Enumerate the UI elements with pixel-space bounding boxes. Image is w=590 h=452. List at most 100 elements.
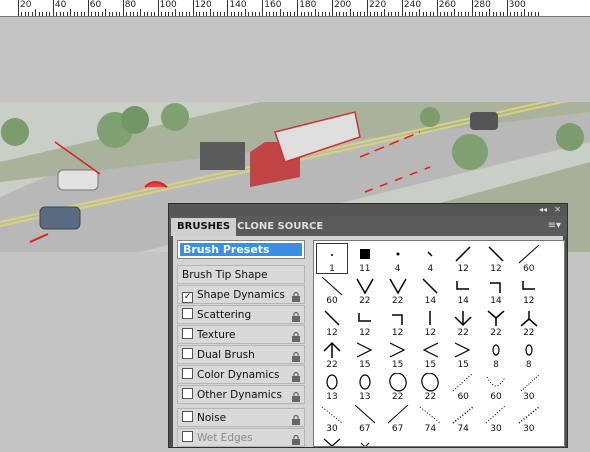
option-label: Wet Edges — [197, 432, 253, 444]
brush-preset-dot-small[interactable]: 1 — [316, 243, 348, 274]
brush-size: 60 — [523, 264, 535, 274]
lock-icon[interactable] — [291, 350, 301, 362]
brush-preset-chevron-r[interactable]: 15 — [349, 339, 381, 370]
brush-preset-arrow-down[interactable]: 22 — [447, 307, 479, 338]
ruler-tick — [171, 12, 173, 16]
lock-icon[interactable] — [291, 370, 301, 382]
brush-tip-icon — [356, 278, 374, 295]
ruler-tick — [370, 12, 372, 16]
brush-tip-icon — [321, 406, 343, 424]
brush-preset-chevron-l[interactable]: 15 — [414, 339, 446, 370]
checkbox[interactable] — [182, 431, 193, 442]
checkbox[interactable] — [182, 388, 193, 399]
brush-preset-line-ne-long[interactable]: 67 — [382, 403, 414, 434]
brush-preset-line-nw-long[interactable]: 60 — [316, 275, 348, 306]
ruler-tick — [195, 12, 197, 16]
brush-preset-diag-short[interactable]: 4 — [414, 243, 446, 274]
close-icon[interactable]: ✕ — [554, 205, 561, 214]
brush-preset-dots-nw[interactable]: 30 — [316, 403, 348, 434]
option-scattering[interactable]: Scattering — [177, 305, 305, 324]
ruler-tick — [464, 12, 466, 16]
brush-preset-dots-diag-r[interactable]: 30 — [513, 371, 545, 402]
panel-menu-icon[interactable]: ≡▾ — [548, 220, 561, 231]
ruler-tick — [161, 12, 163, 16]
brush-preset-corner[interactable]: 14 — [447, 275, 479, 306]
brush-preset-dots-arc[interactable]: 60 — [480, 371, 512, 402]
ruler-tick — [335, 12, 337, 16]
lock-icon[interactable] — [291, 413, 301, 425]
checkbox[interactable] — [182, 328, 193, 339]
brush-preset-line-nw[interactable]: 12 — [480, 243, 512, 274]
brush-tip-icon — [488, 246, 504, 262]
checkbox[interactable] — [182, 348, 193, 359]
brush-preset-dots-diag[interactable]: 60 — [447, 371, 479, 402]
horizontal-ruler: 20 40 60 80 100 120 140 160 180 200 220 240 260 280 30… — [0, 0, 590, 17]
brush-preset-oval-large[interactable]: 22 — [414, 371, 446, 402]
ruler-tick — [401, 0, 403, 16]
option-shape-dynamics[interactable]: ✓ Shape Dynamics — [177, 285, 305, 304]
brush-size: 22 — [326, 360, 338, 370]
brush-preset-line-nw-long[interactable]: 67 — [349, 403, 381, 434]
lock-icon[interactable] — [291, 330, 301, 342]
ruler-tick — [140, 9, 142, 16]
brush-preset-line-vert[interactable]: 12 — [414, 307, 446, 338]
checkbox[interactable] — [182, 411, 193, 422]
brush-preset-square[interactable]: 11 — [349, 243, 381, 274]
brush-preset-chevron-r[interactable]: 15 — [382, 339, 414, 370]
lock-icon[interactable] — [291, 310, 301, 322]
brush-preset-cross-x[interactable] — [316, 435, 348, 446]
brush-preset-grid[interactable]: 1 11 4 4 12 12 60 60 22 22 14 14 14 12 12 12 12 12 22 22 22 2… — [313, 240, 565, 447]
brush-preset-line-ne-long[interactable]: 60 — [513, 243, 545, 274]
option-wet-edges[interactable]: Wet Edges — [177, 428, 305, 447]
option-other-dynamics[interactable]: Other Dynamics — [177, 385, 305, 404]
panel-titlebar[interactable]: ◂◂ ✕ — [169, 204, 567, 216]
brush-preset-oval[interactable]: 13 — [349, 371, 381, 402]
brush-preset-y-inv[interactable]: 22 — [513, 307, 545, 338]
checkbox[interactable] — [182, 308, 193, 319]
checkbox[interactable]: ✓ — [182, 292, 193, 303]
brush-preset-corner-r[interactable]: 14 — [480, 275, 512, 306]
lock-icon[interactable] — [291, 290, 301, 302]
brush-preset-dots-nw[interactable]: 74 — [414, 403, 446, 434]
brush-preset-corner[interactable]: 12 — [349, 307, 381, 338]
brush-tip-shape-item[interactable]: Brush Tip Shape — [177, 265, 305, 284]
ruler-tick — [258, 12, 260, 16]
brush-preset-line-ne[interactable]: 12 — [447, 243, 479, 274]
brush-preset-y-shape[interactable]: 22 — [480, 307, 512, 338]
ruler-tick — [133, 12, 135, 16]
lock-icon[interactable] — [291, 390, 301, 402]
brush-preset-line-nw[interactable]: 14 — [414, 275, 446, 306]
brush-preset-oval-small[interactable]: 8 — [480, 339, 512, 370]
brush-preset-x-small[interactable] — [349, 435, 381, 446]
brush-preset-line-nw[interactable]: 12 — [316, 307, 348, 338]
brush-preset-dot[interactable]: 4 — [382, 243, 414, 274]
brush-preset-corner[interactable]: 12 — [513, 275, 545, 306]
brush-preset-arrow-up[interactable]: 22 — [316, 339, 348, 370]
collapse-icon[interactable]: ◂◂ — [539, 205, 547, 214]
ruler-tick — [489, 9, 491, 16]
brush-preset-dots-ne[interactable]: 74 — [447, 403, 479, 434]
option-texture[interactable]: Texture — [177, 325, 305, 344]
brush-preset-oval-small[interactable]: 8 — [513, 339, 545, 370]
brush-size: 15 — [457, 360, 469, 370]
lock-icon[interactable] — [291, 433, 301, 445]
brush-preset-dots-diag[interactable]: 30 — [480, 403, 512, 434]
ruler-label: 80 — [124, 0, 137, 10]
tab-brushes[interactable]: BRUSHES — [171, 218, 237, 236]
tab-clone-source[interactable]: CLONE SOURCE — [231, 218, 329, 236]
option-color-dynamics[interactable]: Color Dynamics — [177, 365, 305, 384]
brush-preset-oval-large[interactable]: 22 — [382, 371, 414, 402]
brush-preset-v-shape[interactable]: 22 — [349, 275, 381, 306]
brush-preset-v-shape[interactable]: 22 — [382, 275, 414, 306]
brush-preset-chevron-r[interactable]: 15 — [447, 339, 479, 370]
checkbox[interactable] — [182, 368, 193, 379]
brush-size: 13 — [326, 392, 338, 402]
brush-presets-button[interactable]: Brush Presets — [177, 240, 305, 259]
brush-tip-icon — [492, 344, 500, 356]
option-dual-brush[interactable]: Dual Brush — [177, 345, 305, 364]
brush-preset-corner-r[interactable]: 12 — [382, 307, 414, 338]
brush-preset-dots-ne[interactable]: 30 — [513, 403, 545, 434]
brush-preset-oval[interactable]: 13 — [316, 371, 348, 402]
brush-size: 1 — [329, 264, 335, 274]
option-noise[interactable]: Noise — [177, 408, 305, 427]
